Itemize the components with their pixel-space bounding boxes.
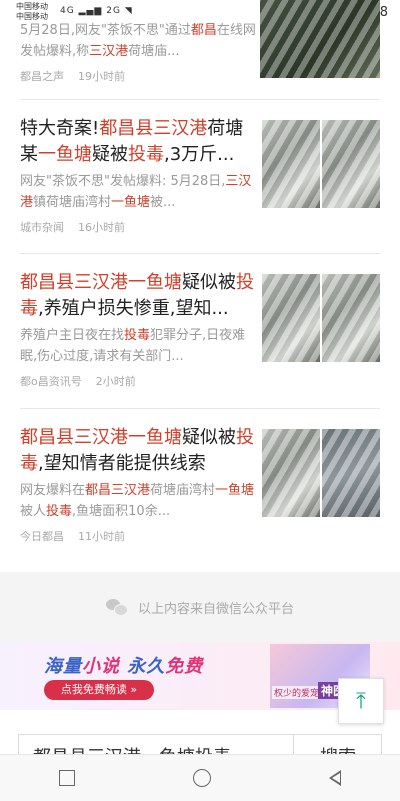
wechat-icon — [105, 599, 128, 616]
recents-icon[interactable] — [59, 770, 75, 786]
article-thumbnail — [260, 0, 380, 78]
ad-read-free-button[interactable]: 点我免费畅读 » — [44, 680, 154, 700]
article-title: 都昌县三汉港一鱼塘疑似被投毒,望知情者能提供线索 — [20, 425, 256, 477]
highlighted-keyword: 投毒 — [46, 504, 73, 519]
wifi-icon: ◥ — [124, 6, 133, 16]
thumbnail-image — [322, 274, 380, 362]
article-title: 都昌县三汉港一鱼塘疑似被投毒,养殖户损失惨重,望知... — [20, 270, 256, 322]
text-segment: 镇荷塘庙湾村 — [33, 195, 112, 210]
article-thumbnails — [262, 429, 380, 517]
article-card[interactable]: 都昌县三汉港一鱼塘疑似被投毒,养殖户损失惨重,望知... 养殖户主日夜在找投毒犯… — [20, 254, 380, 409]
article-time: 16小时前 — [78, 221, 125, 234]
highlighted-keyword: 都昌县三汉港 — [99, 118, 208, 139]
text-segment: 荷塘庙... — [128, 44, 180, 59]
article-meta: 都o昌资讯号 2小时前 — [20, 373, 380, 389]
highlighted-keyword: 三汉港 — [89, 44, 129, 59]
thumbnail-image — [322, 120, 380, 208]
text-segment: ,鱼塘面积10余... — [72, 504, 171, 519]
arrow-up-icon: ⤒ — [356, 688, 366, 714]
article-source: 都昌之声 — [20, 70, 64, 83]
text-segment: 被... — [150, 195, 176, 210]
text-segment: 疑似被 — [182, 272, 236, 293]
carrier-labels: 中国移动 中国移动 — [16, 2, 48, 22]
source-note: 以上内容来自微信公众平台 — [0, 572, 400, 642]
thumbnail-image — [262, 274, 320, 362]
back-icon[interactable] — [329, 770, 341, 786]
text-segment: 疑被 — [92, 144, 128, 165]
text-segment: ,养殖户损失惨重,望知... — [38, 298, 229, 319]
ad-title-part: 免费 — [165, 656, 204, 677]
text-segment: ,望知情者能提供线索 — [38, 453, 206, 474]
text-segment: 5月28日,网友"茶饭不思"通过 — [20, 23, 191, 38]
highlighted-keyword: 都昌县三汉港一鱼塘 — [20, 427, 182, 448]
highlighted-keyword: 都昌县三汉港一鱼塘 — [20, 272, 182, 293]
highlighted-keyword: 一鱼塘 — [38, 144, 92, 165]
text-segment: 网友爆料在 — [20, 483, 86, 498]
text-segment: ,3万斤... — [164, 144, 235, 165]
highlighted-keyword: 投毒 — [128, 144, 164, 165]
signal-bars-icon: ▂▄▆ — [78, 6, 103, 16]
signal-icons: 4G ▂▄▆ 2G ◥ — [60, 6, 133, 16]
highlighted-keyword: 一鱼塘 — [215, 483, 255, 498]
article-thumbnails — [262, 120, 380, 208]
news-feed: 5月28日,网友"茶饭不思"通过都昌在线网发帖爆料,称三汉港荷塘庙... 都昌之… — [0, 0, 400, 564]
text-segment: 特大奇案! — [20, 118, 100, 139]
article-card[interactable]: 5月28日,网友"茶饭不思"通过都昌在线网发帖爆料,称三汉港荷塘庙... 都昌之… — [20, 0, 380, 100]
thumbnail-image — [260, 0, 380, 78]
ad-title-part: 小说 — [82, 656, 120, 677]
article-thumbnails — [262, 274, 380, 362]
ad-title-part: 永久 — [120, 656, 166, 677]
thumbnail-image — [262, 429, 320, 517]
article-source: 都o昌资讯号 — [20, 375, 82, 388]
article-summary: 5月28日,网友"茶饭不思"通过都昌在线网发帖爆料,称三汉港荷塘庙... — [20, 20, 256, 62]
article-time: 19小时前 — [78, 70, 125, 83]
thumbnail-image — [262, 120, 320, 208]
article-source: 城市杂闻 — [20, 221, 64, 234]
article-meta: 今日都昌 11小时前 — [20, 528, 380, 544]
article-card[interactable]: 都昌县三汉港一鱼塘疑似被投毒,望知情者能提供线索 网友爆料在都昌三汉港荷塘庙湾村… — [20, 409, 380, 564]
text-segment: 养殖户主日夜在找 — [20, 328, 125, 343]
highlighted-keyword: 都昌三汉港 — [85, 483, 151, 498]
carrier-1: 中国移动 — [16, 2, 48, 11]
ad-title-part: 海量 — [44, 656, 82, 677]
article-title: 特大奇案!都昌县三汉港荷塘某一鱼塘疑被投毒,3万斤... — [20, 116, 256, 168]
ad-book-title-1: 权少的爱宠 — [272, 686, 322, 699]
article-summary: 网友"茶饭不思"发帖爆料: 5月28日,三汉港镇荷塘庙湾村一鱼塘被... — [20, 171, 256, 213]
text-segment: 被人 — [20, 504, 47, 519]
highlighted-keyword: 一鱼塘 — [111, 195, 151, 210]
ad-title: 海量小说 永久免费 — [44, 652, 203, 678]
article-summary: 养殖户主日夜在找投毒犯罪分子,日夜难眠,伤心过度,请求有关部门... — [20, 325, 256, 367]
signal-2-label: 2G — [106, 6, 121, 16]
article-summary: 网友爆料在都昌三汉港荷塘庙湾村一鱼塘被人投毒,鱼塘面积10余... — [20, 480, 256, 522]
thumbnail-image — [322, 429, 380, 517]
article-time: 11小时前 — [78, 530, 125, 543]
text-segment: 网友"茶饭不思"发帖爆料: 5月28日, — [20, 174, 226, 189]
article-time: 2小时前 — [95, 375, 136, 388]
source-note-text: 以上内容来自微信公众平台 — [137, 601, 294, 617]
back-to-top-button[interactable]: ⤒ — [338, 678, 384, 724]
article-meta: 城市杂闻 16小时前 — [20, 219, 380, 235]
article-card[interactable]: 特大奇案!都昌县三汉港荷塘某一鱼塘疑被投毒,3万斤... 网友"茶饭不思"发帖爆… — [20, 100, 380, 254]
signal-1-label: 4G — [60, 6, 75, 16]
home-icon[interactable] — [193, 769, 211, 787]
highlighted-keyword: 投毒 — [124, 328, 151, 343]
system-nav-bar — [0, 754, 400, 801]
text-segment: 疑似被 — [182, 427, 236, 448]
text-segment: 荷塘庙湾村 — [150, 483, 216, 498]
article-source: 今日都昌 — [20, 530, 64, 543]
highlighted-keyword: 都昌 — [190, 23, 217, 38]
